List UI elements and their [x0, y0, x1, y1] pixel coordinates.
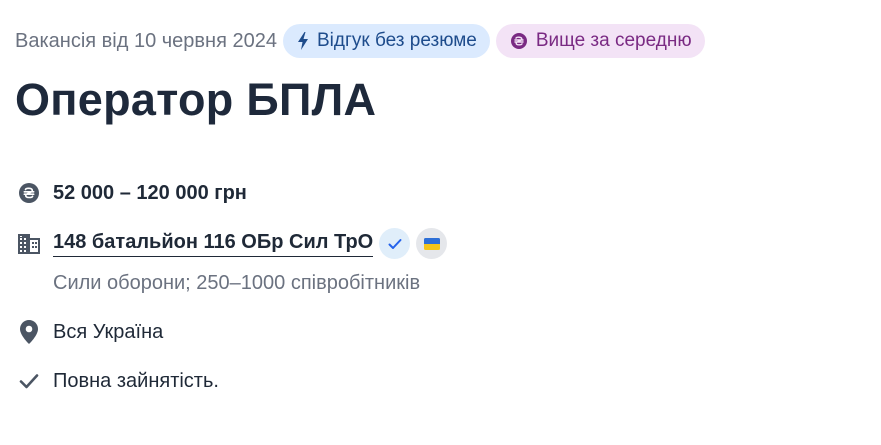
salary-row: 52 000 – 120 000 грн — [17, 181, 247, 205]
check-icon — [17, 369, 41, 393]
salary-range: 52 000 – 120 000 грн — [53, 181, 247, 204]
badge-no-resume[interactable]: Відгук без резюме — [282, 24, 490, 58]
badge-above-average-label: Вище за середню — [535, 30, 692, 51]
location-row: Вся Україна — [17, 320, 163, 344]
building-icon — [17, 232, 41, 256]
hryvnia-coin-icon — [510, 32, 528, 50]
badge-no-resume-label: Відгук без резюме — [316, 30, 477, 51]
verified-check-icon[interactable] — [379, 228, 411, 259]
job-title: Оператор БПЛА — [15, 74, 377, 125]
map-pin-icon — [17, 320, 41, 344]
badge-above-average[interactable]: Вище за середню — [495, 24, 705, 58]
company-description: Сили оборони; 250–1000 співробітників — [53, 272, 421, 294]
ukraine-flag-icon[interactable] — [416, 228, 448, 259]
lightning-icon — [297, 32, 309, 50]
hryvnia-icon — [17, 181, 41, 205]
posted-date: Вакансія від 10 червня 2024 — [15, 30, 277, 52]
vacancy-meta-row: Вакансія від 10 червня 2024 Відгук без р… — [15, 24, 711, 58]
location-text: Вся Україна — [53, 320, 164, 343]
employment-type: Повна зайнятість. — [53, 369, 219, 392]
company-name-link[interactable]: 148 батальйон 116 ОБр Сил ТрО — [53, 231, 374, 257]
company-row: 148 батальйон 116 ОБр Сил ТрО — [17, 228, 448, 259]
employment-row: Повна зайнятість. — [17, 369, 219, 393]
